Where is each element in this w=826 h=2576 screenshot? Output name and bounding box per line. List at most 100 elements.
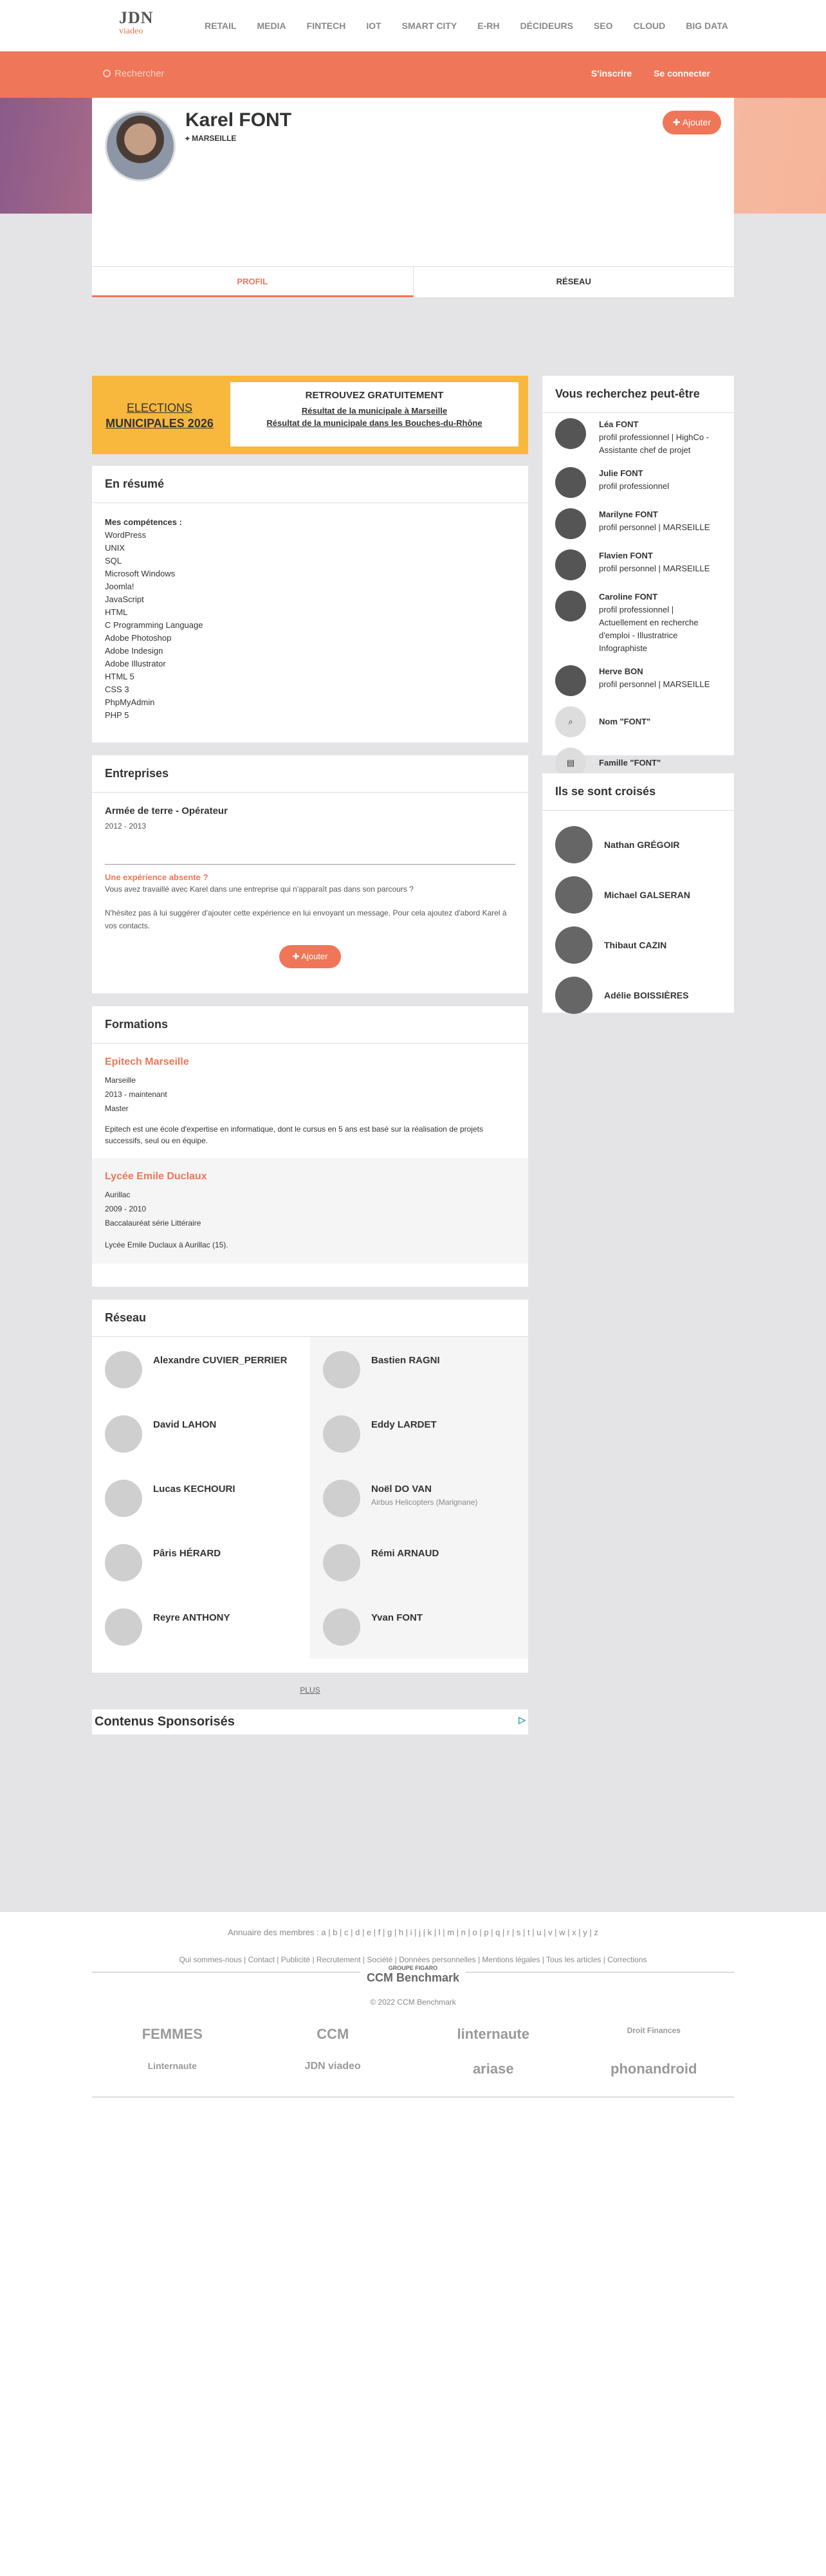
suggestions-card: Vous recherchez peut-être Léa FONT profil… (542, 376, 734, 778)
avatar (105, 1480, 142, 1517)
suggestion-item[interactable]: Caroline FONT profil professionnel | Actu… (542, 585, 734, 660)
search-icon: ⌕ (555, 706, 586, 737)
avatar (555, 467, 586, 498)
suggestion-item[interactable]: Léa FONT profil professionnel | HighCo - … (542, 413, 734, 462)
search-input[interactable]: Rechercher (103, 68, 165, 79)
tab-profil[interactable]: PROFIL (92, 267, 414, 297)
tab-reseau[interactable]: RÉSEAU (414, 267, 735, 297)
absent-question: Vous avez travaillé avec Karel dans une … (105, 885, 414, 894)
avatar (555, 876, 592, 914)
avatar (555, 591, 586, 621)
network-more-link[interactable]: PLUS (92, 1686, 528, 1695)
skill-item: PHP 5 (105, 710, 129, 720)
jdn-viadeo-logo[interactable]: JDN viadeo (119, 9, 170, 45)
add-contact-button[interactable]: ✚ Ajouter (662, 111, 721, 134)
sponsored-label: Contenus Sponsorisés (95, 1715, 235, 1729)
avatar (555, 926, 592, 964)
menu-media[interactable]: MEDIA (257, 21, 286, 31)
election-label[interactable]: ELECTIONS MUNICIPALES 2026 (105, 400, 214, 431)
partner-logos: FEMMES CCM linternaute Droit Finances Li… (92, 2026, 734, 2077)
school-name[interactable]: Lycée Emile Duclaux (105, 1170, 515, 1184)
crossed-person[interactable]: Adélie BOISSIÈRES (542, 970, 734, 1020)
suggestion-item[interactable]: Julie FONT profil professionnel (542, 462, 734, 503)
partner-logo[interactable]: Linternaute (92, 2061, 253, 2077)
search-placeholder: Rechercher (115, 68, 165, 79)
experience: Armée de terre - Opérateur 2012 - 2013 U… (92, 793, 528, 981)
suggestion-item[interactable]: Herve BON profil personnel | MARSEILLE (542, 660, 734, 701)
crossed-person[interactable]: Michael GALSERAN (542, 870, 734, 920)
network-person[interactable]: Alexandre CUVIER_PERRIER (92, 1337, 310, 1401)
menu-fintech[interactable]: FINTECH (307, 21, 346, 31)
logo-jdn: JDN (119, 8, 154, 27)
summary-title: En résumé (92, 466, 528, 503)
suggestion-sub: profil professionnel | Actuellement en r… (599, 605, 699, 653)
network-person[interactable]: Eddy LARDET (310, 1401, 528, 1466)
network-person[interactable]: Reyre ANTHONY (92, 1594, 310, 1659)
skill-item: HTML (105, 607, 128, 617)
avatar (105, 1415, 142, 1453)
search-icon (103, 69, 111, 77)
network-person[interactable]: Pâris HÉRARD (92, 1530, 310, 1594)
person-name: Alexandre CUVIER_PERRIER (153, 1355, 288, 1366)
suggestion-name: Julie FONT (599, 468, 643, 478)
login-link[interactable]: Se connecter (654, 68, 710, 78)
profile-city: ⌖ MARSEILLE (185, 134, 236, 143)
add-experience-button[interactable]: ✚ Ajouter (279, 945, 341, 968)
search-name-link[interactable]: ⌕ Nom "FONT" (542, 701, 734, 742)
election-link-marseille[interactable]: Résultat de la municipale à Marseille (230, 406, 519, 416)
partner-logo[interactable]: ariase (413, 2061, 574, 2077)
network-person[interactable]: David LAHON (92, 1401, 310, 1466)
footer-brand: GROUPE FIGARO CCM Benchmark (92, 1965, 734, 1998)
add-label: Ajouter (301, 952, 328, 961)
plus-icon: ✚ (672, 117, 683, 127)
avatar (555, 977, 592, 1014)
partner-logo[interactable]: FEMMES (92, 2026, 253, 2043)
menu-seo[interactable]: SEO (594, 21, 613, 31)
person-name: Eddy LARDET (371, 1419, 437, 1430)
menu-retail[interactable]: RETAIL (205, 21, 237, 31)
partner-logo[interactable]: phonandroid (574, 2061, 735, 2077)
experience-dates: 2012 - 2013 (105, 822, 147, 831)
network-card: Réseau Alexandre CUVIER_PERRIER Bastien … (92, 1300, 528, 1673)
formation-item: Epitech Marseille Marseille 2013 - maint… (92, 1044, 528, 1158)
profile-avatar (105, 111, 176, 181)
school-city: Aurillac (105, 1190, 131, 1199)
person-name: Noël DO VAN (371, 1484, 432, 1495)
partner-logo[interactable]: CCM (253, 2026, 414, 2043)
menu-decideurs[interactable]: DÉCIDEURS (520, 21, 573, 31)
avatar (323, 1480, 360, 1517)
suggestion-item[interactable]: Flavien FONT profil personnel | MARSEILLE (542, 544, 734, 585)
election-banner: ELECTIONS MUNICIPALES 2026 RETROUVEZ GRAT… (92, 376, 528, 454)
suggestion-sub: profil personnel | MARSEILLE (599, 679, 710, 689)
skill-item: Microsoft Windows (105, 569, 176, 578)
menu-cloud[interactable]: CLOUD (634, 21, 666, 31)
crossed-person[interactable]: Thibaut CAZIN (542, 920, 734, 970)
ad-choices-icon[interactable]: ▷ (519, 1715, 526, 1725)
footer: Annuaire des membres : a | b | c | d | e… (0, 1912, 826, 2097)
ccm-benchmark-logo[interactable]: GROUPE FIGARO CCM Benchmark (360, 1965, 466, 1985)
network-person[interactable]: Rémi ARNAUD (310, 1530, 528, 1594)
footer-links[interactable]: Qui sommes-nous | Contact | Publicité | … (0, 1955, 826, 1964)
signup-link[interactable]: S'inscrire (591, 68, 632, 78)
network-person[interactable]: Yvan FONT (310, 1594, 528, 1659)
partner-logo[interactable]: linternaute (413, 2026, 574, 2043)
network-person[interactable]: Bastien RAGNI (310, 1337, 528, 1401)
network-person[interactable]: Lucas KECHOURI (92, 1466, 310, 1530)
school-name[interactable]: Epitech Marseille (105, 1055, 515, 1069)
person-name: Reyre ANTHONY (153, 1612, 230, 1623)
election-title: RETROUVEZ GRATUITEMENT (305, 390, 444, 401)
menu-iot[interactable]: IOT (366, 21, 381, 31)
menu-e-rh[interactable]: E-RH (477, 21, 499, 31)
person-name: Lucas KECHOURI (153, 1484, 235, 1495)
top-navigation: JDN viadeo RETAIL MEDIA FINTECH IOT SMAR… (0, 0, 826, 51)
menu-big-data[interactable]: BIG DATA (686, 21, 728, 31)
network-person[interactable]: Noël DO VAN Airbus Helicopters (Marignane… (310, 1466, 528, 1530)
partner-logo[interactable]: JDN viadeo (253, 2061, 414, 2077)
menu-smart-city[interactable]: SMART CITY (402, 21, 457, 31)
suggestion-item[interactable]: Marilyne FONT profil personnel | MARSEILL… (542, 503, 734, 544)
election-link-bdr[interactable]: Résultat de la municipale dans les Bouch… (230, 418, 519, 428)
partner-logo[interactable]: Droit Finances (574, 2026, 735, 2043)
member-directory[interactable]: Annuaire des membres : a | b | c | d | e… (0, 1912, 826, 1937)
suggestions-title: Vous recherchez peut-être (542, 376, 734, 413)
crossed-person[interactable]: Nathan GRÉGOIR (542, 820, 734, 870)
